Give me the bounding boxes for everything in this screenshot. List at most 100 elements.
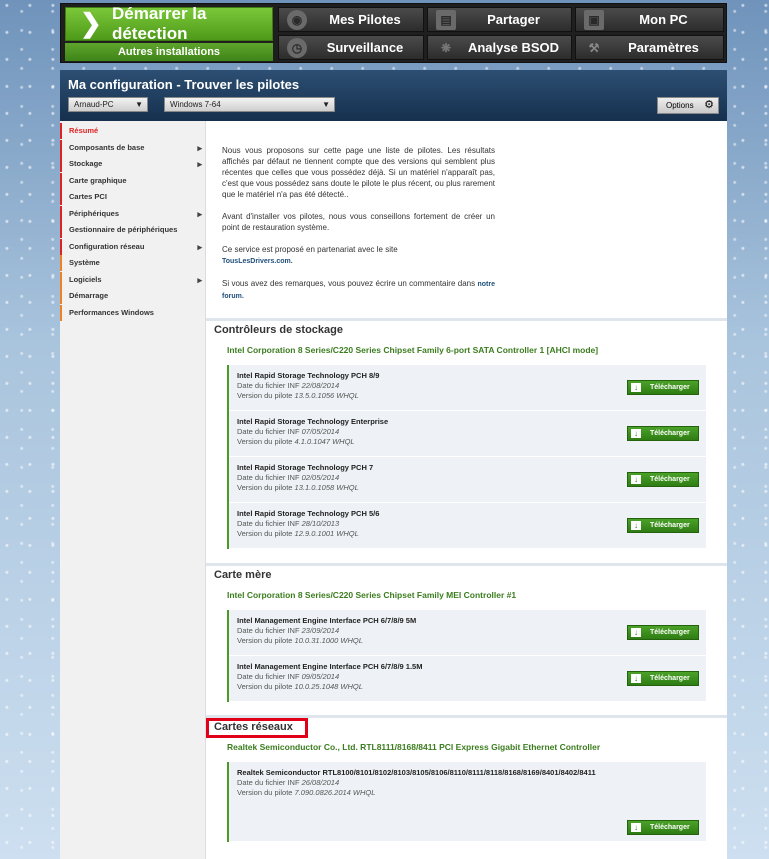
sidebar-item[interactable]: Gestionnaire de périphériques: [60, 222, 206, 238]
nav-my-drivers-button[interactable]: ◉ Mes Pilotes: [278, 7, 424, 32]
chevron-right-icon: ▸: [197, 143, 202, 153]
download-button[interactable]: ↓ Télécharger: [627, 820, 699, 835]
driver-version: Version du pilote 13.1.0.1058 WHQL: [237, 483, 359, 492]
driver-row: Intel Rapid Storage Technology PCH 8/9 Da…: [229, 365, 706, 411]
sidebar-item[interactable]: Résumé: [60, 123, 206, 139]
driver-list: Intel Rapid Storage Technology PCH 8/9 Da…: [227, 365, 706, 549]
sidebar-item-label: Configuration réseau: [69, 242, 145, 251]
os-select[interactable]: Windows 7-64 ▼: [164, 97, 335, 112]
top-navigation: ❯ Démarrer la détection Autres installat…: [60, 3, 727, 63]
intro-text: Nous vous proposons sur cette page une l…: [222, 145, 495, 313]
nav-bsod-button[interactable]: ❋ Analyse BSOD: [427, 35, 572, 60]
panel-header: Ma configuration - Trouver les pilotes A…: [60, 70, 727, 121]
download-label: Télécharger: [650, 430, 690, 437]
sidebar-item-label: Logiciels: [69, 275, 102, 284]
download-button[interactable]: ↓ Télécharger: [627, 380, 699, 395]
sidebar-item[interactable]: Configuration réseau ▸: [60, 239, 206, 255]
chevron-down-icon: ▼: [135, 100, 143, 109]
share-box-icon: ▤: [436, 9, 456, 30]
nav-my-pc-button[interactable]: ▣ Mon PC: [575, 7, 724, 32]
chevron-right-icon: ▸: [197, 275, 202, 285]
sidebar-item-label: Performances Windows: [69, 308, 154, 317]
sidebar-accent-bar: [60, 206, 62, 222]
driver-date: Date du fichier INF 02/05/2014: [237, 473, 340, 482]
sidebar-item-label: Résumé: [69, 126, 99, 135]
os-select-value: Windows 7-64: [170, 100, 221, 109]
driver-date: Date du fichier INF 07/05/2014: [237, 427, 340, 436]
sidebar-item[interactable]: Performances Windows: [60, 305, 206, 321]
sidebar-accent-bar: [60, 123, 62, 139]
driver-section: Cartes réseaux Realtek Semiconductor Co.,…: [206, 715, 727, 859]
sidebar-item-label: Carte graphique: [69, 176, 127, 185]
partner-link[interactable]: TousLesDrivers.com.: [222, 258, 293, 265]
download-arrow-icon: ↓: [631, 475, 641, 484]
pc-select[interactable]: Arnaud-PC ▼: [68, 97, 148, 112]
wrench-icon: ⚒: [588, 40, 600, 55]
driver-name: Intel Management Engine Interface PCH 6/…: [237, 616, 417, 625]
clock-icon: ◷: [287, 37, 307, 58]
sidebar-accent-bar: [60, 156, 62, 172]
sidebar-item[interactable]: Stockage ▸: [60, 156, 206, 172]
driver-version: Version du pilote 13.5.0.1056 WHQL: [237, 391, 359, 400]
driver-section: Contrôleurs de stockage Intel Corporation…: [206, 318, 727, 563]
intro-paragraph: Avant d'installer vos pilotes, nous vous…: [222, 212, 495, 232]
download-label: Télécharger: [650, 522, 690, 529]
sidebar-accent-bar: [60, 189, 62, 205]
download-arrow-icon: ↓: [631, 674, 641, 683]
driver-name: Realtek Semiconductor RTL8100/8101/8102/…: [237, 768, 596, 777]
sidebar-accent-bar: [60, 288, 62, 304]
nav-settings-button[interactable]: ⚒ Paramètres: [575, 35, 724, 60]
nav-share-button[interactable]: ▤ Partager: [427, 7, 572, 32]
download-button[interactable]: ↓ Télécharger: [627, 518, 699, 533]
driver-row: Intel Rapid Storage Technology PCH 5/6 Da…: [229, 503, 706, 549]
sidebar-item[interactable]: Composants de base ▸: [60, 140, 206, 156]
driver-name: Intel Rapid Storage Technology PCH 8/9: [237, 371, 380, 380]
download-arrow-icon: ↓: [631, 628, 641, 637]
driver-list: Realtek Semiconductor RTL8100/8101/8102/…: [227, 762, 706, 842]
gear-icon: ⚙: [704, 99, 714, 111]
start-detection-button[interactable]: ❯ Démarrer la détection: [65, 4, 273, 43]
sidebar-item[interactable]: Système: [60, 255, 206, 271]
sidebar-item-label: Stockage: [69, 159, 103, 168]
sidebar-item[interactable]: Cartes PCI: [60, 189, 206, 205]
download-button[interactable]: ↓ Télécharger: [627, 472, 699, 487]
sidebar-item[interactable]: Démarrage: [60, 288, 206, 304]
driver-row: Intel Rapid Storage Technology Enterpris…: [229, 411, 706, 457]
download-label: Télécharger: [650, 675, 690, 682]
steering-wheel-icon: ◉: [287, 9, 307, 30]
pc-select-value: Arnaud-PC: [74, 100, 114, 109]
sidebar-item-label: Périphériques: [69, 209, 120, 218]
driver-date: Date du fichier INF 23/09/2014: [237, 626, 340, 635]
download-arrow-icon: ↓: [631, 521, 641, 530]
device-name: Realtek Semiconductor Co., Ltd. RTL8111/…: [227, 742, 601, 752]
chevron-right-icon: ▸: [197, 209, 202, 219]
options-button[interactable]: Options ⚙: [657, 97, 719, 114]
driver-name: Intel Rapid Storage Technology PCH 5/6: [237, 509, 380, 518]
driver-version: Version du pilote 7.090.0826.2014 WHQL: [237, 788, 376, 797]
forum-text: Si vous avez des remarques, vous pouvez …: [222, 279, 476, 288]
download-arrow-icon: ↓: [631, 823, 641, 832]
nav-monitoring-button[interactable]: ◷ Surveillance: [278, 35, 424, 60]
sidebar-item[interactable]: Logiciels ▸: [60, 272, 206, 288]
driver-section: Carte mère Intel Corporation 8 Series/C22…: [206, 563, 727, 715]
driver-row: Intel Management Engine Interface PCH 6/…: [229, 610, 706, 656]
driver-version: Version du pilote 4.1.0.1047 WHQL: [237, 437, 355, 446]
download-arrow-icon: ↓: [631, 429, 641, 438]
sidebar-accent-bar: [60, 239, 62, 255]
other-installs-button[interactable]: Autres installations: [65, 43, 273, 61]
chevron-down-icon: ▼: [322, 100, 330, 109]
download-button[interactable]: ↓ Télécharger: [627, 625, 699, 640]
sidebar: Résumé Composants de base ▸ Stockage ▸ Carte …: [60, 121, 206, 859]
download-button[interactable]: ↓ Télécharger: [627, 671, 699, 686]
sidebar-item[interactable]: Périphériques ▸: [60, 206, 206, 222]
sidebar-item[interactable]: Carte graphique: [60, 173, 206, 189]
driver-row: Intel Rapid Storage Technology PCH 7 Date…: [229, 457, 706, 503]
sidebar-item-label: Démarrage: [69, 291, 109, 300]
monitor-icon: ▣: [584, 9, 604, 30]
section-title: Cartes réseaux: [206, 718, 727, 738]
download-button[interactable]: ↓ Télécharger: [627, 426, 699, 441]
driver-version: Version du pilote 10.0.31.1000 WHQL: [237, 636, 363, 645]
download-label: Télécharger: [650, 476, 690, 483]
sidebar-item-label: Gestionnaire de périphériques: [69, 225, 178, 234]
content-area: Nous vous proposons sur cette page une l…: [206, 121, 727, 859]
